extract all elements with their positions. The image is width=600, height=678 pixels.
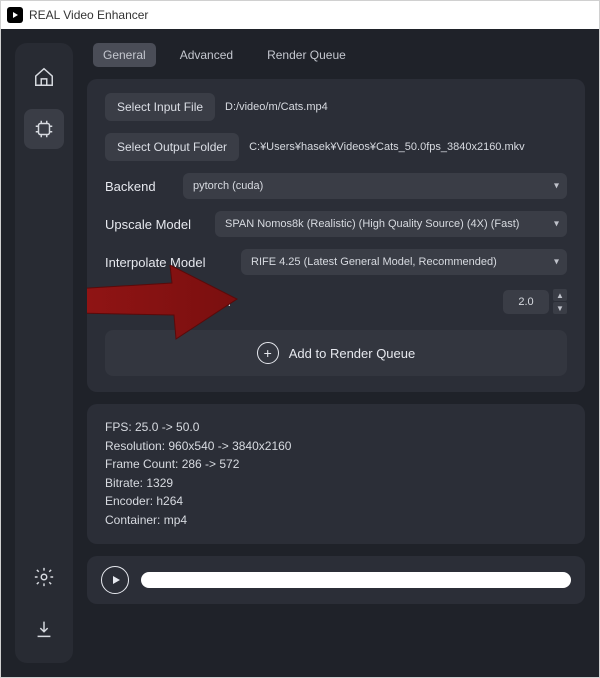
play-button[interactable] [101,566,129,594]
app-icon [7,7,23,23]
settings-panel: Select Input File D:/video/m/Cats.mp4 Se… [87,79,585,392]
add-to-queue-label: Add to Render Queue [289,346,415,361]
info-container: Container: mp4 [105,511,567,530]
info-frame-count: Frame Count: 286 -> 572 [105,455,567,474]
sidebar-download[interactable] [24,609,64,649]
info-encoder: Encoder: h264 [105,492,567,511]
sidebar-home[interactable] [24,57,64,97]
select-input-button[interactable]: Select Input File [105,93,215,121]
multiplier-label: Interpolation Multiplier [105,294,232,309]
sidebar-process[interactable] [24,109,64,149]
info-resolution: Resolution: 960x540 -> 3840x2160 [105,437,567,456]
tab-advanced[interactable]: Advanced [170,43,243,67]
input-path: D:/video/m/Cats.mp4 [225,101,567,113]
sidebar-settings[interactable] [24,557,64,597]
select-output-button[interactable]: Select Output Folder [105,133,239,161]
backend-label: Backend [105,179,173,194]
spinner-down[interactable]: ▼ [553,302,567,314]
info-fps: FPS: 25.0 -> 50.0 [105,418,567,437]
plus-icon: + [257,342,279,364]
app-body: General Advanced Render Queue Select Inp… [1,29,599,677]
multiplier-value[interactable]: 2.0 [503,290,549,314]
play-row [87,556,585,604]
sidebar [15,43,73,663]
upscale-model-select[interactable]: SPAN Nomos8k (Realistic) (High Quality S… [215,211,567,237]
info-bitrate: Bitrate: 1329 [105,474,567,493]
interpolate-model-label: Interpolate Model [105,255,231,270]
tab-render-queue[interactable]: Render Queue [257,43,356,67]
tab-general[interactable]: General [93,43,156,67]
backend-select[interactable]: pytorch (cuda) [183,173,567,199]
titlebar: REAL Video Enhancer [1,1,599,29]
app-window: REAL Video Enhancer General Advanced Ren… [0,0,600,678]
add-to-render-queue-button[interactable]: + Add to Render Queue [105,330,567,376]
info-panel: FPS: 25.0 -> 50.0 Resolution: 960x540 ->… [87,404,585,544]
interpolate-model-select[interactable]: RIFE 4.25 (Latest General Model, Recomme… [241,249,567,275]
main-area: General Advanced Render Queue Select Inp… [87,43,585,663]
progress-bar[interactable] [141,572,571,588]
upscale-model-label: Upscale Model [105,217,205,232]
window-title: REAL Video Enhancer [29,8,148,22]
tabs: General Advanced Render Queue [87,43,585,67]
multiplier-spinner: ▲ ▼ [553,289,567,314]
spinner-up[interactable]: ▲ [553,289,567,301]
output-path: C:¥Users¥hasek¥Videos¥Cats_50.0fps_3840x… [249,141,567,153]
